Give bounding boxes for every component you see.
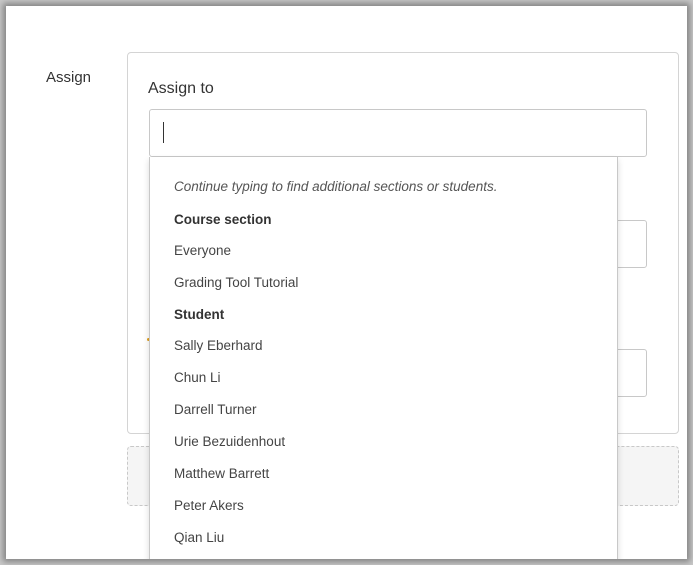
option-student[interactable]: Peter Akers [174, 498, 244, 513]
option-student[interactable]: Qian Liu [174, 530, 224, 545]
group-heading-course-section: Course section [174, 212, 272, 227]
dropdown-hint: Continue typing to find additional secti… [174, 179, 498, 194]
option-student[interactable]: Chun Li [174, 370, 221, 385]
text-caret [163, 122, 164, 143]
group-heading-student: Student [174, 307, 225, 322]
assign-dialog: Assign Assign to Continue typing to find… [6, 6, 687, 559]
assign-to-dropdown: Continue typing to find additional secti… [149, 157, 618, 559]
option-student[interactable]: Sally Eberhard [174, 338, 263, 353]
assign-to-input[interactable] [149, 109, 647, 157]
assign-to-label: Assign to [148, 80, 214, 97]
option-grading-tool-tutorial[interactable]: Grading Tool Tutorial [174, 275, 298, 290]
option-student[interactable]: Urie Bezuidenhout [174, 434, 285, 449]
option-everyone[interactable]: Everyone [174, 243, 231, 258]
assign-label: Assign [46, 69, 92, 86]
option-student[interactable]: Darrell Turner [174, 402, 257, 417]
option-student[interactable]: Matthew Barrett [174, 466, 269, 481]
